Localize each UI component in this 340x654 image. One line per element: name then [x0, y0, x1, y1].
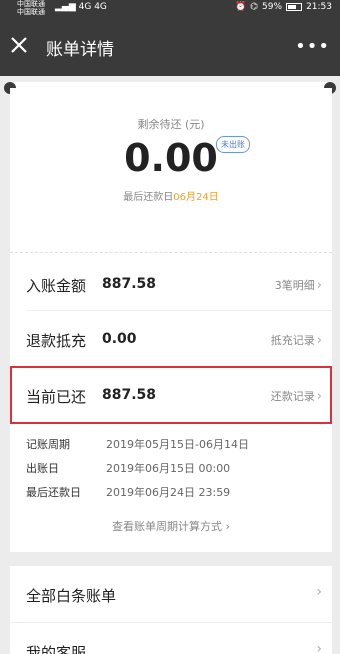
menu-label: 全部白条账单 — [26, 587, 117, 605]
wifi-icon: ⌬ — [250, 2, 259, 12]
battery-icon — [286, 3, 303, 11]
title-bar: 账单详情 ••• — [0, 16, 340, 76]
more-icon[interactable]: ••• — [295, 36, 330, 57]
detail-label: 记账周期 — [26, 438, 70, 451]
due-date-label: 最后还款日 — [123, 192, 174, 203]
row-refund-offset: 退款抵充 0.00 抵充记录 › — [10, 311, 332, 367]
due-date-line: 最后还款日06月24日 — [10, 188, 332, 203]
status-right: ⏰ ⌬ 59% 21:53 — [235, 2, 332, 12]
menu-customer-service[interactable]: 我的客服 › — [10, 623, 332, 654]
network-type-1: 4G — [78, 2, 92, 12]
highlight-box — [10, 366, 332, 424]
row-value: 887.58 — [102, 276, 157, 292]
chevron-right-icon: › — [316, 584, 322, 600]
remaining-label: 剩余待还 (元) — [137, 118, 205, 131]
detail-value: 2019年06月15日 00:00 — [106, 462, 231, 475]
row-label: 入账金额 — [26, 277, 87, 295]
balance-summary: 剩余待还 (元) 0.00 未出账 最后还款日06月24日 — [10, 88, 332, 252]
chevron-right-icon: › — [316, 278, 322, 293]
carrier-2: 中国联通 — [17, 8, 45, 16]
detail-label: 出账日 — [26, 462, 59, 475]
details-link[interactable]: 3笔明细 › — [275, 277, 322, 293]
detail-value: 2019年06月24日 23:59 — [106, 486, 231, 499]
alarm-icon: ⏰ — [234, 2, 247, 12]
offset-records-link[interactable]: 抵充记录 › — [271, 332, 322, 348]
detail-label: 最后还款日 — [26, 486, 81, 499]
row-posted-amount: 入账金额 887.58 3笔明细 › — [10, 256, 332, 312]
clock: 21:53 — [306, 2, 332, 12]
carrier-1: 中国联通 — [17, 0, 45, 8]
detail-value: 2019年05月15日-06月14日 — [106, 438, 249, 451]
chevron-right-icon: › — [316, 641, 322, 654]
calc-method-label: 查看账单周期计算方式 — [112, 520, 223, 533]
status-badge: 未出账 — [216, 136, 250, 153]
menu-all-bills[interactable]: 全部白条账单 › — [10, 566, 332, 622]
carrier-info: 中国联通 中国联通 — [17, 0, 45, 16]
offset-records-label: 抵充记录 — [270, 334, 315, 347]
chevron-right-icon: › — [225, 520, 230, 533]
divider — [10, 252, 332, 253]
row-value: 0.00 — [102, 331, 137, 347]
network-type-2: 4G — [94, 2, 107, 12]
close-icon[interactable] — [8, 34, 30, 56]
status-bar: 中国联通 中国联通 ▂▄▆ 4G 4G ⏰ ⌬ 59% 21:53 — [0, 0, 340, 16]
calc-method-link[interactable]: 查看账单周期计算方式 › — [10, 518, 332, 534]
battery-percent: 59% — [262, 2, 283, 12]
due-date-value: 06月24日 — [173, 192, 219, 203]
row-label: 退款抵充 — [26, 332, 87, 350]
remaining-amount: 0.00 — [124, 136, 218, 180]
signal-icon: ▂▄▆ 4G 4G — [55, 2, 107, 12]
details-link-label: 3笔明细 — [274, 279, 315, 292]
page-title: 账单详情 — [46, 40, 114, 60]
chevron-right-icon: › — [316, 333, 322, 348]
menu-label: 我的客服 — [26, 644, 87, 654]
